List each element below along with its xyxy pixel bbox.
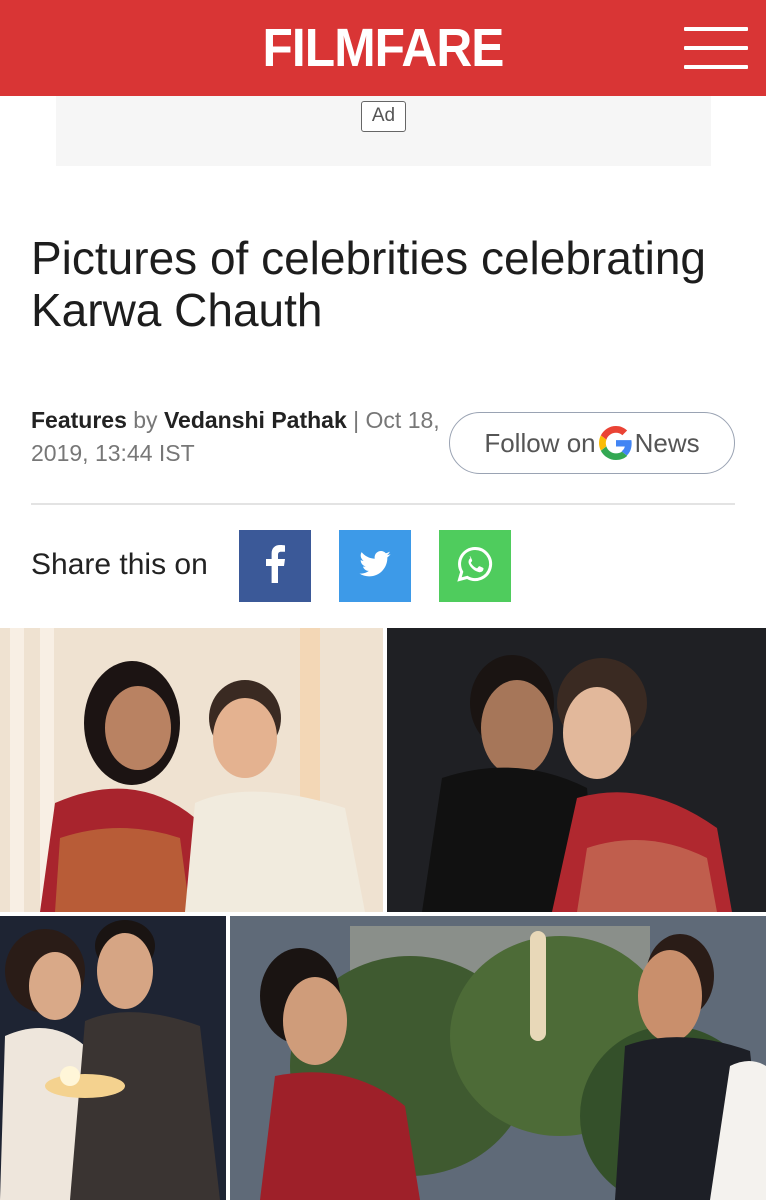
twitter-share-button[interactable] [339,530,411,602]
by-label: by [133,407,158,433]
ad-label: Ad [361,101,406,132]
site-header: FILMFARE [0,0,766,96]
whatsapp-share-button[interactable] [439,530,511,602]
follow-prefix: Follow on [484,427,596,458]
follow-suffix: News [634,427,700,458]
hamburger-menu-icon[interactable] [684,27,748,69]
share-label: Share this on [31,548,208,581]
filmfare-logo[interactable]: FILMFARE [31,18,736,78]
author-link[interactable]: Vedanshi Pathak [164,407,347,433]
photo-couple-4 [230,916,766,1200]
article-meta: Features by Vedanshi Pathak | Oct 18, 20… [31,404,451,470]
whatsapp-icon [455,544,495,589]
article-title: Pictures of celebrities celebrating Karw… [31,232,706,336]
photo-couple-3 [0,916,226,1200]
facebook-icon [264,544,286,588]
facebook-share-button[interactable] [239,530,311,602]
category-link[interactable]: Features [31,407,127,433]
divider [31,503,735,505]
photo-collage[interactable] [0,628,766,1200]
photo-couple-1 [0,628,383,912]
twitter-icon [359,550,391,582]
meta-separator: | [353,407,360,433]
follow-google-news-button[interactable]: Follow on News [449,412,735,474]
photo-couple-2 [387,628,766,912]
google-g-icon [598,426,633,460]
